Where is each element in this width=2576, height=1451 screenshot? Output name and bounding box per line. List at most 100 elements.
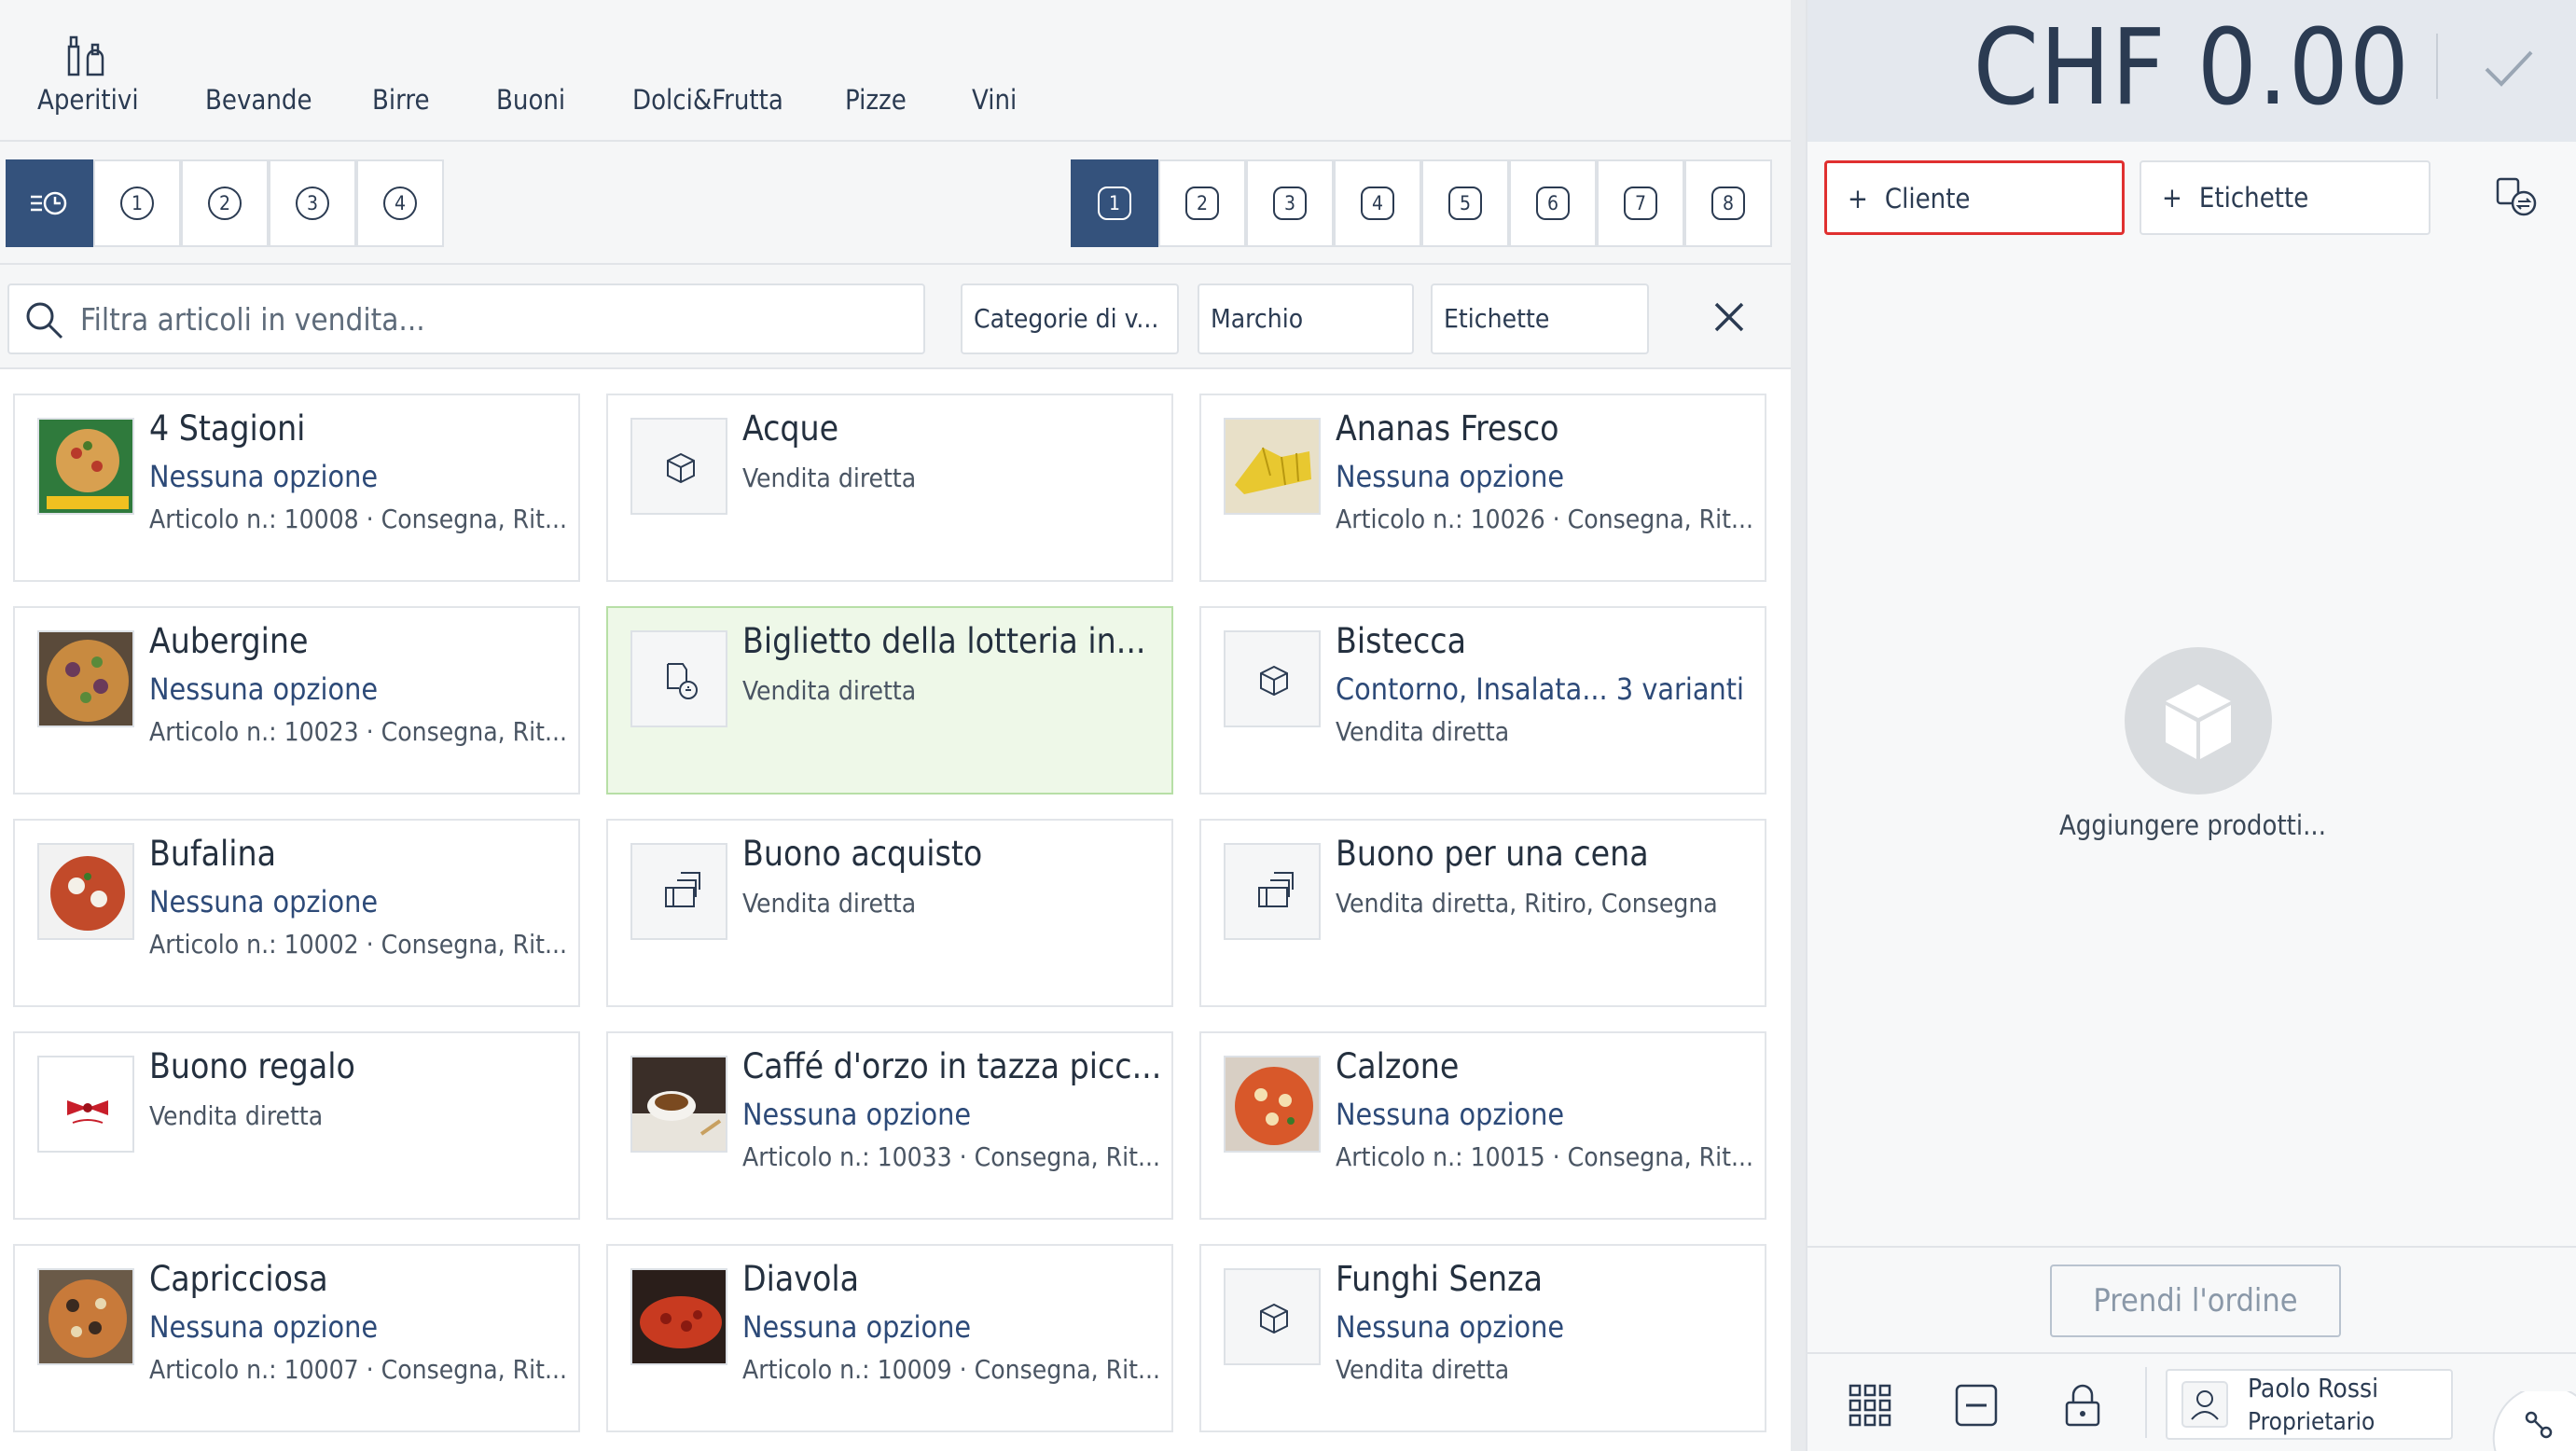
product-option: Nessuna opzione [149, 1309, 379, 1345]
product-title: Bufalina [149, 834, 277, 874]
page-4[interactable]: 4 [1334, 159, 1421, 247]
add-customer-button[interactable]: + Cliente [1824, 160, 2125, 235]
filter-bar: Categorie di v... Marchio Etichette [0, 265, 1791, 369]
product-card[interactable]: Funghi Senza Nessuna opzione Vendita dir… [1199, 1244, 1766, 1432]
search-input[interactable] [80, 297, 901, 341]
take-order-bar: Prendi l'ordine [1807, 1246, 2576, 1352]
user-name: Paolo Rossi [2248, 1373, 2379, 1403]
product-title: Buono regalo [149, 1046, 355, 1086]
product-title: 4 Stagioni [149, 408, 306, 449]
product-meta: Vendita diretta [1336, 1354, 1510, 1385]
product-card[interactable]: Calzone Nessuna opzione Articolo n.: 100… [1199, 1031, 1766, 1220]
order-view-2[interactable]: 2 [181, 159, 269, 247]
product-title: Funghi Senza [1336, 1259, 1543, 1299]
pane-divider [1791, 0, 1806, 1451]
grid-icon[interactable] [1847, 1382, 1893, 1429]
order-view-bar: 1 2 3 4 1 2 3 4 5 6 7 8 [0, 142, 1791, 265]
divider [2145, 1367, 2147, 1438]
product-image-gift-ribbon [37, 1056, 134, 1153]
box-icon [1224, 1268, 1321, 1365]
product-meta: Articolo n.: 10023 · Consegna, Rit... [149, 716, 568, 747]
product-image-pizza [37, 630, 134, 727]
product-image-pineapple [1224, 418, 1321, 515]
product-card[interactable]: Ananas Fresco Nessuna opzione Articolo n… [1199, 394, 1766, 582]
product-option: Contorno, Insalata... [1336, 671, 1608, 707]
empty-cart-text: Aggiungere prodotti... [2058, 809, 2327, 841]
product-option: Nessuna opzione [1336, 1097, 1565, 1132]
minimize-icon[interactable] [1953, 1382, 2000, 1429]
category-pizze[interactable]: Pizze [845, 84, 907, 116]
total-bar: CHF 0.00 [1807, 0, 2576, 142]
product-card[interactable]: Aubergine Nessuna opzione Articolo n.: 1… [13, 606, 580, 795]
product-card[interactable]: Buono regalo Vendita diretta [13, 1031, 580, 1220]
category-birre[interactable]: Birre [372, 84, 430, 116]
product-image-coffee [630, 1056, 727, 1153]
page-7[interactable]: 7 [1597, 159, 1684, 247]
tags-filter-button[interactable]: Etichette [1431, 283, 1649, 354]
product-option: Nessuna opzione [742, 1309, 972, 1345]
product-card[interactable]: Buono acquisto Vendita diretta [606, 819, 1173, 1007]
category-bevande[interactable]: Bevande [205, 84, 312, 116]
product-sales-type: Vendita diretta [742, 888, 917, 919]
empty-cart-circle [2125, 647, 2272, 795]
product-card[interactable]: Capricciosa Nessuna opzione Articolo n.:… [13, 1244, 580, 1432]
cart-pane: CHF 0.00 + Cliente + Etichette Aggiungere … [1806, 0, 2576, 1451]
search-box[interactable] [7, 283, 925, 354]
product-card[interactable]: Biglietto della lotteria in... Vendita d… [606, 606, 1173, 795]
product-card[interactable]: Diavola Nessuna opzione Articolo n.: 100… [606, 1244, 1173, 1432]
product-card[interactable]: Bufalina Nessuna opzione Articolo n.: 10… [13, 819, 580, 1007]
product-card[interactable]: Acque Vendita diretta [606, 394, 1173, 582]
product-sales-type: Vendita diretta [742, 463, 917, 493]
product-pane: Aperitivi Bevande Birre Buoni Dolci&Frut… [0, 0, 1791, 1451]
order-view-3[interactable]: 3 [269, 159, 356, 247]
transfer-order-icon[interactable] [2494, 173, 2539, 218]
take-order-button[interactable]: Prendi l'ordine [2050, 1264, 2341, 1337]
order-list-view-button[interactable] [6, 159, 93, 247]
voucher-icon [1224, 843, 1321, 940]
product-title: Aubergine [149, 621, 309, 661]
page-8[interactable]: 8 [1684, 159, 1772, 247]
product-option: Nessuna opzione [149, 459, 379, 494]
product-meta: Articolo n.: 10015 · Consegna, Rit... [1336, 1141, 1754, 1172]
category-aperitivi[interactable]: Aperitivi [37, 84, 139, 116]
product-title: Buono acquisto [742, 834, 983, 874]
page-1[interactable]: 1 [1071, 159, 1158, 247]
product-title: Capricciosa [149, 1259, 328, 1299]
product-title: Buono per una cena [1336, 834, 1649, 874]
product-image-pizza [630, 1268, 727, 1365]
product-card[interactable]: Caffé d'orzo in tazza picc... Nessuna op… [606, 1031, 1173, 1220]
clear-filter-icon[interactable] [1710, 298, 1748, 336]
category-buoni[interactable]: Buoni [496, 84, 565, 116]
brand-filter-button[interactable]: Marchio [1198, 283, 1414, 354]
divider [2436, 34, 2438, 99]
plus-icon: + [2162, 182, 2182, 214]
category-vini[interactable]: Vini [972, 84, 1017, 116]
order-view-4[interactable]: 4 [356, 159, 444, 247]
voucher-icon [630, 843, 727, 940]
add-tags-button[interactable]: + Etichette [2140, 160, 2431, 235]
user-card[interactable]: Paolo Rossi Proprietario [2166, 1369, 2453, 1440]
page-3[interactable]: 3 [1246, 159, 1334, 247]
product-card[interactable]: Buono per una cena Vendita diretta, Riti… [1199, 819, 1766, 1007]
category-dolci-frutta[interactable]: Dolci&Frutta [632, 84, 783, 116]
connection-status-icon[interactable] [2477, 1391, 2576, 1451]
page-6[interactable]: 6 [1509, 159, 1597, 247]
product-variants: 3 varianti [1615, 671, 1744, 707]
product-image-pizza [37, 843, 134, 940]
lottery-ticket-icon [630, 630, 727, 727]
search-icon [26, 302, 63, 339]
product-card[interactable]: 4 Stagioni Nessuna opzione Articolo n.: … [13, 394, 580, 582]
product-option: Nessuna opzione [742, 1097, 972, 1132]
order-view-1[interactable]: 1 [93, 159, 181, 247]
page-5[interactable]: 5 [1421, 159, 1509, 247]
lock-icon[interactable] [2059, 1382, 2106, 1429]
category-filter-button[interactable]: Categorie di v... [961, 283, 1179, 354]
cart-total: CHF 0.00 [1973, 7, 2410, 129]
user-avatar-icon [2181, 1381, 2228, 1428]
box-icon [1224, 630, 1321, 727]
product-sales-type: Vendita diretta, Ritiro, Consegna [1336, 888, 1718, 919]
product-title: Diavola [742, 1259, 859, 1299]
checkmark-icon[interactable] [2481, 45, 2537, 91]
product-card[interactable]: Bistecca Contorno, Insalata... 3 variant… [1199, 606, 1766, 795]
page-2[interactable]: 2 [1158, 159, 1246, 247]
